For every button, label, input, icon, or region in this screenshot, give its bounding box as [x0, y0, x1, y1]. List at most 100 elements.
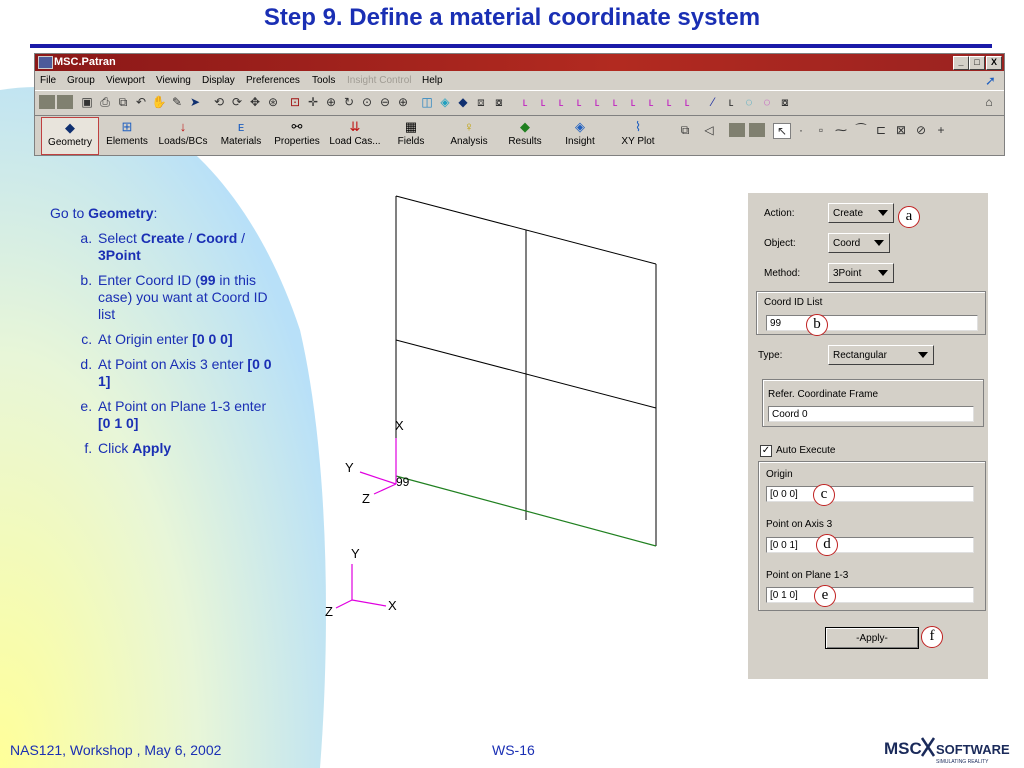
label-all-icon[interactable]: ʟ — [661, 95, 677, 109]
gray-square-icon[interactable] — [729, 123, 745, 137]
app-load-cases-button[interactable]: ⇊ Load Cas... — [327, 117, 383, 153]
center-icon[interactable]: ⊕ — [323, 95, 339, 109]
app-geometry-button[interactable]: ◆ Geometry — [41, 117, 99, 155]
label-nodes-icon[interactable]: ʟ — [517, 95, 533, 109]
object-select[interactable]: Coord — [828, 233, 890, 253]
method-label: Method: — [764, 268, 801, 279]
app-loads-bcs-button[interactable]: ↓ Loads/BCs — [155, 117, 211, 153]
label-surfaces-icon[interactable]: ʟ — [589, 95, 605, 109]
type-value: Rectangular — [833, 350, 887, 361]
label-curves-icon[interactable]: ʟ — [571, 95, 587, 109]
pick-solid-icon[interactable]: ⊘ — [913, 123, 929, 137]
pick-surface-icon[interactable]: ⊏ — [873, 123, 889, 137]
object-label: Object: — [764, 238, 796, 249]
save-icon[interactable]: ▣ — [79, 95, 95, 109]
coord-id-input[interactable]: 99 — [766, 315, 978, 331]
pick-edge-icon[interactable]: ⁀ — [853, 123, 869, 137]
wireframe-icon[interactable]: ⁄ — [705, 95, 721, 109]
label-mpcs-icon[interactable]: ʟ — [643, 95, 659, 109]
method-select[interactable]: 3Point — [828, 263, 894, 283]
menu-bar: File Group Viewport Viewing Display Pref… — [35, 72, 1004, 89]
menu-viewing[interactable]: Viewing — [156, 75, 191, 86]
app-analysis-button[interactable]: ♀ Analysis — [445, 117, 493, 153]
view-front-icon[interactable]: ◫ — [419, 95, 435, 109]
menu-group[interactable]: Group — [67, 75, 95, 86]
pick-curve-icon[interactable]: ⁓ — [833, 123, 849, 137]
spin-icon[interactable]: ⊛ — [265, 95, 281, 109]
label-points-icon[interactable]: ʟ — [553, 95, 569, 109]
select-filter-icon[interactable]: ⧉ — [677, 123, 693, 137]
arrow-pick-icon[interactable]: ↖ — [773, 123, 791, 139]
origin-input[interactable]: [0 0 0] — [766, 486, 974, 502]
pick-face-icon[interactable]: ⊠ — [893, 123, 909, 137]
render-icon[interactable]: ⧇ — [777, 95, 793, 109]
zoom-in-icon[interactable]: ⊕ — [395, 95, 411, 109]
app-insight-button[interactable]: ◈ Insight — [559, 117, 601, 153]
maximize-button[interactable]: □ — [969, 56, 985, 70]
apply-button[interactable]: -Apply- — [825, 627, 919, 649]
rotate-x-icon[interactable]: ⟲ — [211, 95, 227, 109]
step-text: Select — [98, 230, 141, 246]
menu-preferences[interactable]: Preferences — [246, 75, 300, 86]
label-coords-icon[interactable]: ʟ — [625, 95, 641, 109]
gray-square-icon[interactable] — [57, 95, 73, 109]
app-elements-button[interactable]: ⊞ Elements — [103, 117, 151, 153]
minimize-button[interactable]: _ — [953, 56, 969, 70]
app-materials-button[interactable]: ᴇ Materials — [215, 117, 267, 153]
view-iso-icon[interactable]: ◈ — [437, 95, 453, 109]
move-icon[interactable]: ✛ — [305, 95, 321, 109]
auto-execute-checkbox[interactable]: ✓ — [760, 445, 772, 457]
gray-square-icon[interactable] — [749, 123, 765, 137]
view-side-icon[interactable]: ⧇ — [491, 95, 507, 109]
smooth-shade-icon[interactable]: ◌ — [759, 95, 775, 109]
view-solid-icon[interactable]: ◆ — [455, 95, 471, 109]
print-icon[interactable]: ⎙ — [97, 95, 113, 109]
pick-node-icon[interactable]: ▫ — [813, 123, 829, 137]
label-off-icon[interactable]: ʟ — [679, 95, 695, 109]
shade-icon[interactable]: ◌ — [741, 95, 757, 109]
menu-tools[interactable]: Tools — [312, 75, 335, 86]
label-solids-icon[interactable]: ʟ — [607, 95, 623, 109]
menu-file[interactable]: File — [40, 75, 56, 86]
app-results-button[interactable]: ◆ Results — [503, 117, 547, 153]
instructions: Go to Geometry: Select Create / Coord / … — [50, 205, 280, 465]
hidden-line-icon[interactable]: ʟ — [723, 95, 739, 109]
rotate-y-icon[interactable]: ⟳ — [229, 95, 245, 109]
help-pointer-icon[interactable]: ➚ — [985, 73, 996, 89]
close-button[interactable]: X — [986, 56, 1002, 70]
menu-help[interactable]: Help — [422, 75, 443, 86]
fit-view-icon[interactable]: ⊙ — [359, 95, 375, 109]
window-titlebar[interactable]: MSC.Patran _ □ X — [35, 54, 1004, 71]
undo-icon[interactable]: ↶ — [133, 95, 149, 109]
pointer-icon[interactable]: ➤ — [187, 95, 203, 109]
triad-axis — [335, 599, 353, 609]
action-select[interactable]: Create — [828, 203, 894, 223]
ref-frame-input[interactable]: Coord 0 — [768, 406, 974, 422]
view-top-icon[interactable]: ⧈ — [473, 95, 489, 109]
select-polygon-icon[interactable]: ◁ — [701, 123, 717, 137]
label-elements-icon[interactable]: ʟ — [535, 95, 551, 109]
app-fields-button[interactable]: ▦ Fields — [389, 117, 433, 153]
model-viewport[interactable]: X Y Z 99 Y X Z — [300, 180, 740, 640]
pick-crosshair-icon[interactable]: + — [933, 123, 949, 137]
view-corners-icon[interactable]: ⊡ — [287, 95, 303, 109]
rotate-icon[interactable]: ↻ — [341, 95, 357, 109]
copy-icon[interactable]: ⧉ — [115, 95, 131, 109]
step-d: At Point on Axis 3 enter [0 0 1] — [96, 356, 280, 390]
axis3-input[interactable]: [0 0 1] — [766, 537, 974, 553]
step-text: Click — [98, 440, 133, 456]
plane13-input[interactable]: [0 1 0] — [766, 587, 974, 603]
menu-display[interactable]: Display — [202, 75, 235, 86]
paint-icon[interactable]: ✎ — [169, 95, 185, 109]
gray-square-icon[interactable] — [39, 95, 55, 109]
type-select[interactable]: Rectangular — [828, 345, 934, 365]
home-icon[interactable]: ⌂ — [981, 95, 997, 109]
app-xy-plot-button[interactable]: ⌇ XY Plot — [615, 117, 661, 153]
rotate-z-icon[interactable]: ✥ — [247, 95, 263, 109]
pan-hand-icon[interactable]: ✋ — [151, 95, 167, 109]
app-properties-button[interactable]: ⚯ Properties — [271, 117, 323, 153]
triad-axis — [351, 599, 387, 607]
menu-viewport[interactable]: Viewport — [106, 75, 145, 86]
zoom-out-icon[interactable]: ⊖ — [377, 95, 393, 109]
pick-point-icon[interactable]: · — [793, 123, 809, 137]
